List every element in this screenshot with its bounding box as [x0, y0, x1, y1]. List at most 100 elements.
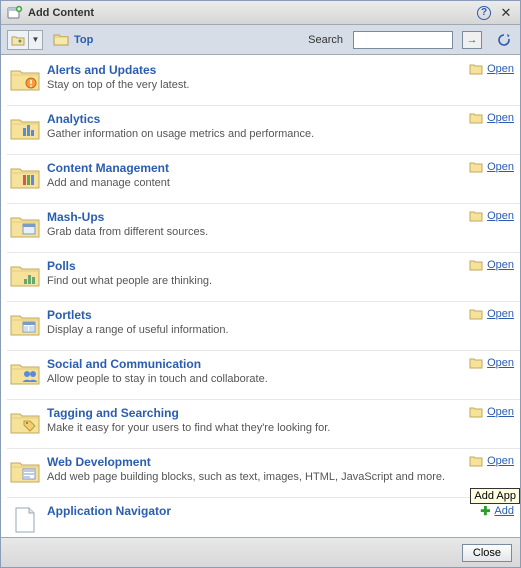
catalog-item: Application Navigator ✚ Add — [7, 498, 520, 537]
open-link[interactable]: Open — [469, 259, 514, 271]
folder-analytics-icon — [9, 112, 41, 144]
folder-mashups-icon — [9, 210, 41, 242]
open-link[interactable]: Open — [469, 455, 514, 467]
catalog-item-body: Mash-Ups Grab data from different sources… — [47, 210, 469, 238]
search-label: Search — [308, 34, 343, 46]
breadcrumb-top-link[interactable]: Top — [74, 34, 93, 46]
dialog-title: Add Content — [28, 7, 476, 19]
breadcrumb: Top — [53, 33, 93, 46]
open-link[interactable]: Open — [469, 161, 514, 173]
folder-small-icon — [469, 161, 483, 173]
catalog-item-title[interactable]: Portlets — [47, 308, 92, 322]
folder-small-icon — [469, 210, 483, 222]
folder-content-icon — [9, 161, 41, 193]
plus-icon: ✚ — [480, 504, 490, 518]
arrow-right-icon: → — [467, 34, 478, 46]
catalog-item-title[interactable]: Analytics — [47, 112, 100, 126]
action-label: Open — [487, 161, 514, 173]
catalog-item-desc: Gather information on usage metrics and … — [47, 128, 469, 140]
refresh-button[interactable] — [494, 31, 514, 49]
toolbar: ▼ Top Search → — [1, 25, 520, 55]
catalog-item-desc: Add and manage content — [47, 177, 469, 189]
open-link[interactable]: Open — [469, 357, 514, 369]
folder-small-icon — [469, 259, 483, 271]
catalog-item-title[interactable]: Application Navigator — [47, 504, 171, 518]
content-area: Alerts and Updates Stay on top of the ver… — [1, 55, 520, 537]
action-label: Open — [487, 259, 514, 271]
folder-webdev-icon — [9, 455, 41, 487]
catalog-item-title[interactable]: Tagging and Searching — [47, 406, 179, 420]
folder-social-icon — [9, 357, 41, 389]
catalog-item-body: Alerts and Updates Stay on top of the ver… — [47, 63, 469, 91]
folder-alerts-icon — [9, 63, 41, 95]
dialog-footer: Close — [1, 537, 520, 567]
catalog-list[interactable]: Alerts and Updates Stay on top of the ver… — [1, 55, 520, 537]
folder-tagging-icon — [9, 406, 41, 438]
catalog-item-title[interactable]: Content Management — [47, 161, 169, 175]
action-label: Open — [487, 308, 514, 320]
up-folder-icon — [11, 34, 25, 46]
add-content-icon — [7, 5, 23, 21]
action-label: Open — [487, 357, 514, 369]
catalog-item-title[interactable]: Mash-Ups — [47, 210, 104, 224]
folder-portlets-icon — [9, 308, 41, 340]
action-label: Open — [487, 455, 514, 467]
catalog-item: Social and CommunicationAllow people to … — [7, 351, 520, 400]
open-link[interactable]: Open — [469, 308, 514, 320]
open-link[interactable]: Open — [469, 63, 514, 75]
folder-small-icon — [469, 406, 483, 418]
add-link[interactable]: ✚ Add — [480, 504, 514, 518]
up-level-button[interactable] — [7, 30, 29, 50]
help-icon: ? — [477, 6, 491, 20]
close-button[interactable]: Close — [462, 544, 512, 562]
catalog-item: Content Management Add and manage content… — [7, 155, 520, 204]
folder-small-icon — [469, 112, 483, 124]
catalog-item: Web Development Add web page building blo… — [7, 449, 520, 498]
folder-small-icon — [469, 357, 483, 369]
action-label: Open — [487, 63, 514, 75]
folder-small-icon — [469, 455, 483, 467]
folder-small-icon — [469, 63, 483, 75]
open-link[interactable]: Open — [469, 112, 514, 124]
catalog-item-body: Application Navigator — [47, 504, 480, 518]
action-label: Open — [487, 406, 514, 418]
catalog-item-desc: Find out what people are thinking. — [47, 275, 469, 287]
catalog-item-body: Content Management Add and manage content — [47, 161, 469, 189]
catalog-item: Polls Find out what people are thinking. O… — [7, 253, 520, 302]
search-input[interactable] — [353, 31, 453, 49]
close-icon-button[interactable]: ✕ — [498, 5, 514, 21]
search-go-button[interactable]: → — [462, 31, 482, 49]
open-link[interactable]: Open — [469, 406, 514, 418]
action-label: Open — [487, 112, 514, 124]
catalog-item-desc: Stay on top of the very latest. — [47, 79, 469, 91]
catalog-item-desc: Display a range of useful information. — [47, 324, 469, 336]
help-button[interactable]: ? — [476, 5, 492, 21]
action-label: Add — [494, 505, 514, 517]
catalog-item-body: Polls Find out what people are thinking. — [47, 259, 469, 287]
catalog-item-body: Web Development Add web page building blo… — [47, 455, 469, 483]
open-link[interactable]: Open — [469, 210, 514, 222]
refresh-icon — [496, 32, 512, 48]
catalog-item-body: Analytics Gather information on usage met… — [47, 112, 469, 140]
catalog-item: Portlets Display a range of useful inform… — [7, 302, 520, 351]
catalog-item-desc: Make it easy for your users to find what… — [47, 422, 469, 434]
document-icon — [9, 504, 41, 536]
up-level-dropdown[interactable]: ▼ — [29, 30, 43, 50]
catalog-item-body: Portlets Display a range of useful inform… — [47, 308, 469, 336]
catalog-item-title[interactable]: Social and Communication — [47, 357, 201, 371]
action-label: Open — [487, 210, 514, 222]
catalog-item-body: Social and CommunicationAllow people to … — [47, 357, 469, 385]
catalog-item-desc: Add web page building blocks, such as te… — [47, 471, 469, 483]
titlebar: Add Content ? ✕ — [1, 1, 520, 25]
catalog-item-title[interactable]: Web Development — [47, 455, 151, 469]
add-content-dialog: Add Content ? ✕ ▼ Top Search → — [0, 0, 521, 568]
catalog-item: Mash-Ups Grab data from different sources… — [7, 204, 520, 253]
catalog-item: Tagging and Searching Make it easy for yo… — [7, 400, 520, 449]
close-icon: ✕ — [501, 6, 512, 19]
catalog-item-desc: Grab data from different sources. — [47, 226, 469, 238]
catalog-item-body: Tagging and Searching Make it easy for yo… — [47, 406, 469, 434]
catalog-item-title[interactable]: Polls — [47, 259, 76, 273]
catalog-item-title[interactable]: Alerts and Updates — [47, 63, 156, 77]
folder-small-icon — [469, 308, 483, 320]
tooltip: Add App — [470, 488, 520, 504]
